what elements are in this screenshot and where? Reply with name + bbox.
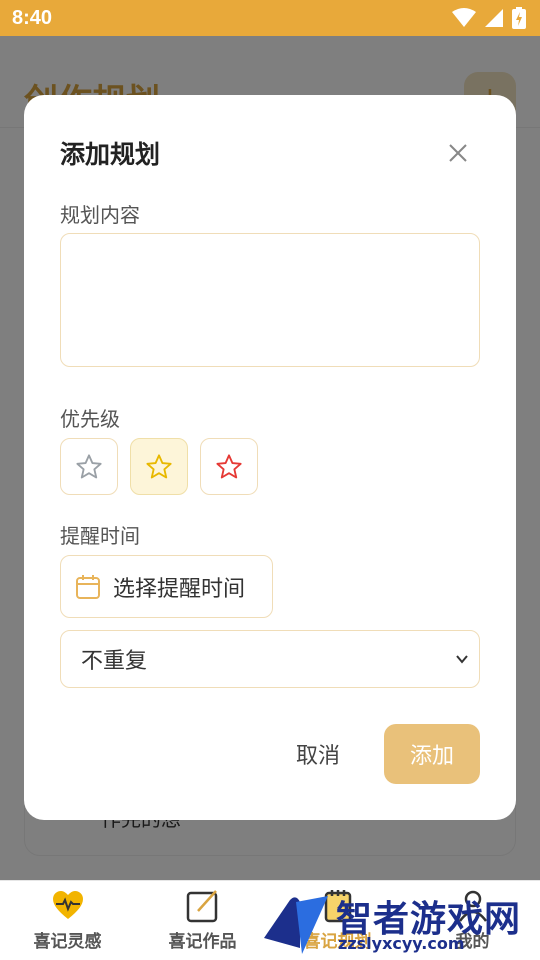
nav-item-works[interactable]: 喜记作品 [135,881,270,960]
add-button[interactable]: 添加 [384,724,480,784]
priority-label: 优先级 [60,407,120,431]
star-outline-red-icon [216,453,242,478]
select-reminder-time-button[interactable]: 选择提醒时间 [60,555,273,618]
star-outline-gray-icon [76,453,102,478]
repeat-selected-value: 不重复 [81,649,148,674]
status-icons [452,7,526,29]
nav-label: 喜记灵感 [33,932,102,952]
close-button[interactable] [442,137,474,169]
priority-medium-button[interactable] [130,438,188,495]
nav-item-inspiration[interactable]: 喜记灵感 [0,881,135,960]
wifi-icon [452,8,476,27]
watermark: 智者游戏网 zzslyxcyy.com [262,888,540,960]
heart-pulse-icon [51,889,85,923]
add-plan-dialog: 添加规划 规划内容 优先级 提醒时间 选择提醒时间 不重复 取消 添加 [24,95,516,820]
dialog-title: 添加规划 [60,140,161,169]
content-label: 规划内容 [60,203,140,227]
priority-options [60,438,258,495]
repeat-select[interactable]: 不重复 [60,630,480,688]
priority-low-button[interactable] [60,438,118,495]
calendar-icon [76,574,100,599]
reminder-label: 提醒时间 [60,524,140,548]
status-time: 8:40 [12,6,53,29]
priority-high-button[interactable] [200,438,258,495]
plan-content-input[interactable] [60,233,480,367]
chevron-down-icon [456,655,468,664]
reminder-button-label: 选择提醒时间 [113,576,246,602]
signal-icon [485,9,503,27]
status-bar: 8:40 [0,0,540,36]
close-icon [449,144,467,162]
watermark-url: zzslyxcyy.com [338,934,465,953]
star-outline-yellow-icon [146,453,172,478]
watermark-logo-icon [264,896,328,954]
battery-icon [512,7,526,29]
edit-icon [186,889,220,923]
nav-label: 喜记作品 [168,932,237,952]
cancel-button[interactable]: 取消 [280,725,356,783]
